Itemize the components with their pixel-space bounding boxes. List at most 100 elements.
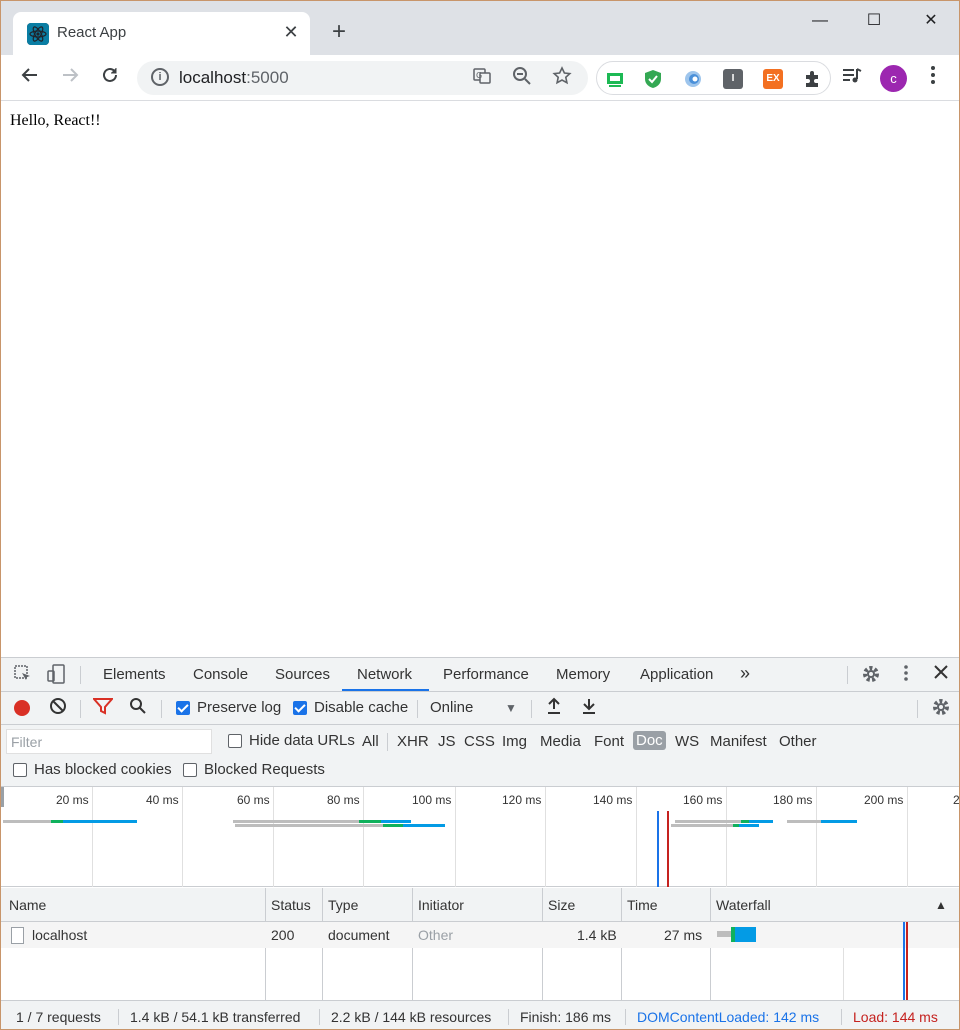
tab-close-icon[interactable]: ✕	[280, 21, 302, 43]
profile-avatar[interactable]: c	[880, 65, 907, 92]
status-transferred: 1.4 kB / 54.1 kB transferred	[130, 1009, 301, 1025]
filter-type-ws[interactable]: WS	[675, 733, 699, 750]
separator	[841, 1009, 842, 1025]
filter-type-all[interactable]: All	[362, 733, 379, 750]
close-window-button[interactable]: ✕	[908, 7, 954, 35]
hide-data-urls-checkbox[interactable]	[228, 734, 242, 748]
disable-cache-checkbox[interactable]	[293, 701, 307, 715]
export-har-icon[interactable]	[578, 697, 600, 719]
sort-ascending-icon[interactable]: ▲	[935, 898, 947, 912]
tab-console[interactable]: Console	[193, 666, 248, 683]
translate-icon[interactable]: G	[470, 66, 494, 90]
preserve-log-checkbox[interactable]	[176, 701, 190, 715]
column-initiator[interactable]: Initiator	[418, 897, 464, 913]
table-row[interactable]: localhost 200 document Other 1.4 kB 27 m…	[1, 922, 959, 948]
column-waterfall[interactable]: Waterfall	[716, 897, 771, 913]
new-tab-button[interactable]: +	[327, 20, 351, 44]
svg-text:G: G	[476, 71, 482, 80]
throttling-select[interactable]: Online	[430, 699, 473, 716]
column-status[interactable]: Status	[271, 897, 311, 913]
devtools-menu-icon[interactable]	[895, 664, 917, 686]
tab-sources[interactable]: Sources	[275, 666, 330, 683]
tab-memory[interactable]: Memory	[556, 666, 610, 683]
devtools-settings-icon[interactable]	[860, 664, 882, 686]
url-text: localhost:5000	[179, 68, 289, 88]
record-button[interactable]	[14, 700, 30, 716]
maximize-button[interactable]: ☐	[851, 7, 897, 35]
import-har-icon[interactable]	[543, 697, 565, 719]
filter-type-img[interactable]: Img	[502, 733, 527, 750]
title-bar: React App ✕ + — ☐ ✕	[1, 1, 959, 55]
grid-line	[545, 787, 546, 887]
browser-window: React App ✕ + — ☐ ✕ i localhost:5000 G I…	[0, 0, 960, 1030]
info-icon[interactable]: i	[151, 68, 169, 86]
filter-type-media[interactable]: Media	[540, 733, 581, 750]
search-icon[interactable]	[127, 697, 149, 719]
column-size[interactable]: Size	[548, 897, 575, 913]
filter-type-xhr[interactable]: XHR	[397, 733, 429, 750]
grid-line	[363, 787, 364, 887]
filter-type-manifest[interactable]: Manifest	[710, 733, 767, 750]
grid-line	[92, 787, 93, 887]
separator	[80, 700, 81, 718]
more-tabs-button[interactable]: »	[740, 663, 750, 684]
has-blocked-cookies-checkbox[interactable]	[13, 763, 27, 777]
extensions-area: I EX	[596, 61, 831, 95]
tick-label: 60 ms	[237, 793, 270, 807]
tab-performance[interactable]: Performance	[443, 666, 529, 683]
tab-elements[interactable]: Elements	[103, 666, 166, 683]
reload-icon[interactable]	[97, 65, 123, 91]
extension-shield-icon[interactable]	[643, 69, 663, 89]
hide-data-urls-label: Hide data URLs	[249, 732, 355, 749]
blocked-requests-checkbox[interactable]	[183, 763, 197, 777]
overview-bar-queue	[671, 824, 733, 827]
browser-tab[interactable]: React App ✕	[13, 12, 310, 55]
clear-icon[interactable]	[47, 697, 69, 719]
chevron-down-icon[interactable]: ▼	[500, 697, 522, 719]
overview-handle[interactable]	[1, 787, 4, 807]
extension-blue-circle-icon[interactable]	[683, 69, 703, 89]
tab-network[interactable]: Network	[357, 666, 412, 683]
filter-type-doc[interactable]: Doc	[633, 731, 666, 750]
filter-funnel-icon[interactable]	[91, 697, 115, 719]
bookmark-star-icon[interactable]	[550, 66, 574, 90]
inspect-element-icon[interactable]	[12, 664, 34, 686]
status-bar: 1 / 7 requests 1.4 kB / 54.1 kB transfer…	[1, 1000, 959, 1029]
filter-type-js[interactable]: JS	[438, 733, 456, 750]
back-arrow-icon[interactable]	[17, 65, 43, 91]
filter-type-other[interactable]: Other	[779, 733, 817, 750]
extension-green-screen-icon[interactable]	[605, 69, 625, 89]
active-tab-indicator	[342, 689, 429, 691]
overview-bar-download	[749, 820, 773, 823]
url-host: localhost	[179, 68, 247, 87]
column-divider	[621, 888, 622, 922]
overview-bar-waiting	[359, 820, 381, 823]
browser-menu-icon[interactable]	[920, 65, 946, 91]
column-name[interactable]: Name	[9, 897, 46, 913]
filter-input[interactable]: Filter	[6, 729, 212, 754]
forward-arrow-icon[interactable]	[57, 65, 83, 91]
filter-type-css[interactable]: CSS	[464, 733, 495, 750]
puzzle-extensions-icon[interactable]	[803, 69, 823, 89]
media-control-icon[interactable]	[839, 65, 865, 91]
zoom-out-icon[interactable]	[510, 66, 534, 90]
column-divider	[542, 888, 543, 922]
extension-dark-i-icon[interactable]: I	[723, 69, 743, 89]
address-bar[interactable]: i localhost:5000 G	[137, 61, 588, 95]
devtools-close-icon[interactable]	[930, 664, 952, 686]
load-marker	[906, 922, 908, 1000]
network-overview[interactable]: 20 ms 40 ms 60 ms 80 ms 100 ms 120 ms 14…	[1, 787, 959, 887]
column-divider	[322, 888, 323, 922]
separator	[847, 666, 848, 684]
request-name[interactable]: localhost	[32, 927, 87, 943]
extension-ex-icon[interactable]: EX	[763, 69, 783, 89]
column-time[interactable]: Time	[627, 897, 658, 913]
network-settings-icon[interactable]	[930, 697, 952, 719]
filter-type-font[interactable]: Font	[594, 733, 624, 750]
minimize-button[interactable]: —	[797, 7, 843, 35]
column-type[interactable]: Type	[328, 897, 358, 913]
overview-bar-download	[63, 820, 137, 823]
request-status: 200	[271, 927, 295, 943]
device-toolbar-icon[interactable]	[45, 664, 67, 686]
tab-application[interactable]: Application	[640, 666, 713, 683]
